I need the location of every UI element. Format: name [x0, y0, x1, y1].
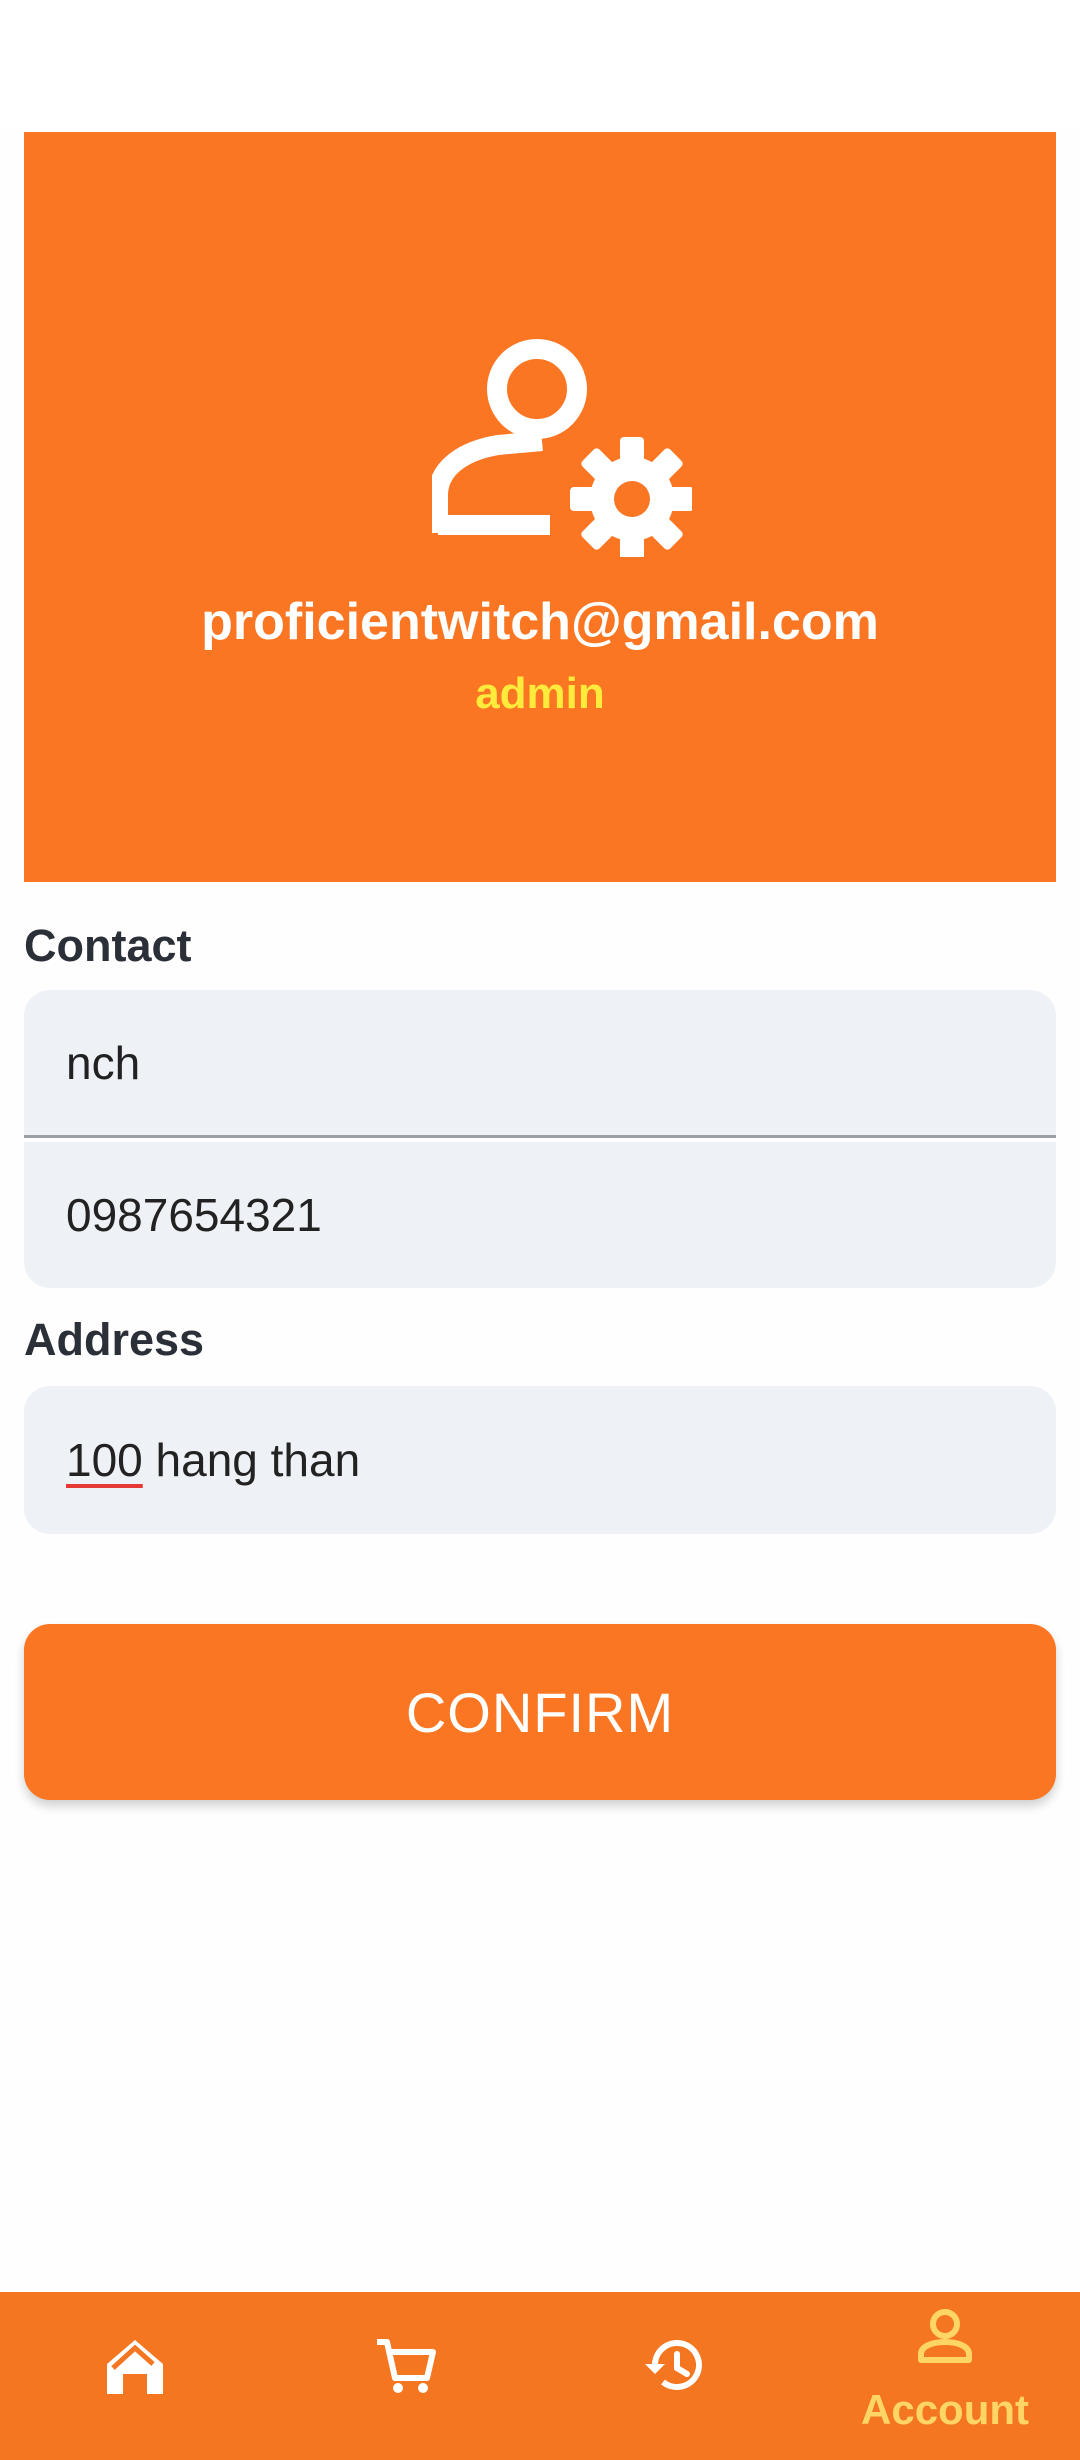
phone-value: 0987654321: [66, 1189, 322, 1241]
name-field[interactable]: nch: [24, 990, 1056, 1138]
history-icon: [645, 2340, 702, 2391]
nav-item-home[interactable]: [0, 2292, 270, 2460]
contact-label: Contact: [24, 920, 192, 971]
address-value-rest: hang than: [142, 1434, 361, 1486]
account-screen: proficientwitch@gmail.com admin Contact …: [0, 0, 1080, 2460]
nav-item-account[interactable]: Account: [810, 2292, 1080, 2460]
name-value: nch: [66, 1036, 141, 1089]
cart-icon: [377, 2339, 436, 2393]
address-label: Address: [24, 1314, 205, 1365]
account-icon: [918, 2309, 972, 2363]
profile-email: proficientwitch@gmail.com: [201, 593, 879, 651]
bottom-navigation: Account: [0, 2292, 1080, 2460]
profile-card: proficientwitch@gmail.com admin: [24, 132, 1056, 882]
status-bar: [0, 0, 1080, 130]
address-value: 100 hang than: [66, 1433, 360, 1487]
profile-role: admin: [475, 669, 605, 718]
confirm-button[interactable]: CONFIRM: [24, 1624, 1056, 1800]
address-spellcheck-word: 100: [66, 1434, 143, 1486]
nav-item-cart[interactable]: [270, 2292, 540, 2460]
address-field[interactable]: 100 hang than: [24, 1386, 1056, 1534]
manage-accounts-icon: [432, 339, 692, 557]
nav-label-account: Account: [861, 2386, 1029, 2433]
nav-item-history[interactable]: [540, 2292, 810, 2460]
phone-field[interactable]: 0987654321: [24, 1142, 1056, 1288]
home-icon: [107, 2340, 163, 2394]
